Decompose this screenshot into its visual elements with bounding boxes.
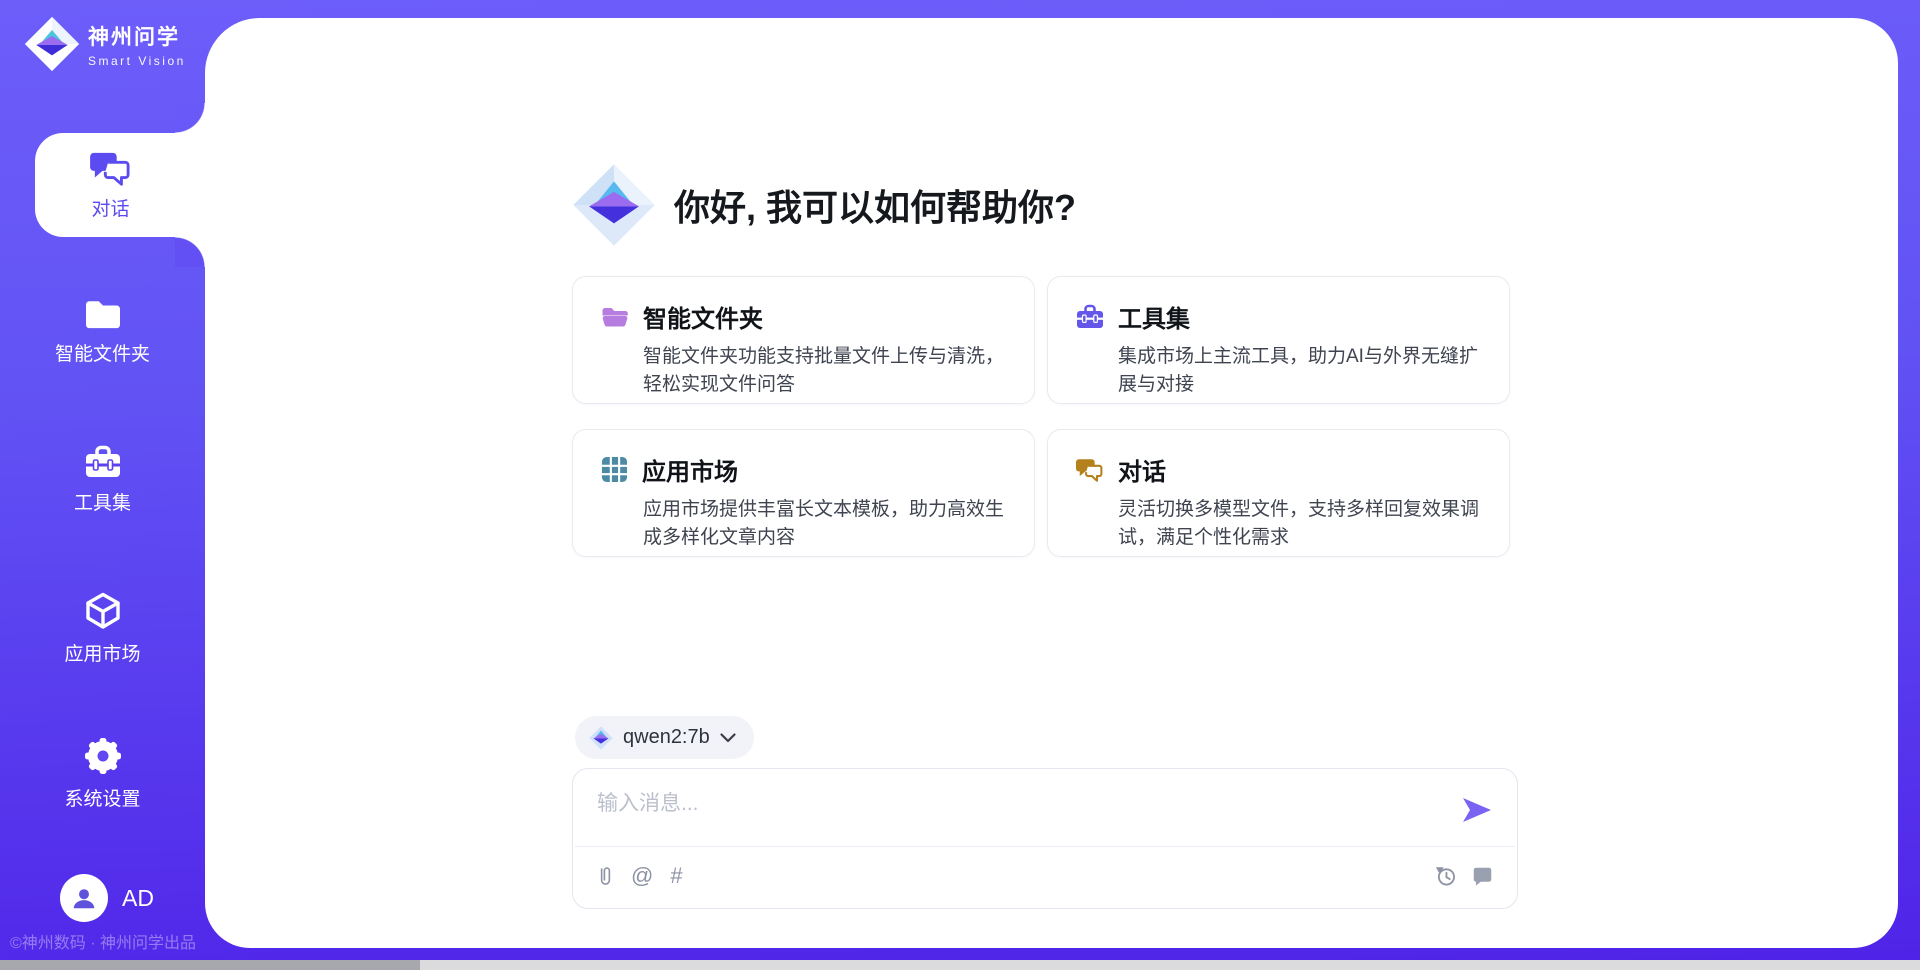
greeting-block: 你好, 我可以如何帮助你? xyxy=(572,163,1076,247)
chat-icon xyxy=(1076,457,1104,483)
sidebar-item-toolset[interactable]: 工具集 xyxy=(0,444,205,515)
brand-name: 神州问学 xyxy=(88,21,186,51)
chat-bubbles-icon xyxy=(90,150,132,188)
hashtag-button[interactable]: # xyxy=(670,863,682,889)
sidebar-item-label: 对话 xyxy=(91,194,129,221)
gear-icon xyxy=(83,736,123,776)
tab-fillet-bottom xyxy=(175,237,205,267)
assistant-diamond-icon xyxy=(572,163,656,247)
card-toolset[interactable]: 工具集 集成市场上主流工具，助力AI与外界无缝扩展与对接 xyxy=(1047,276,1510,404)
cube-icon xyxy=(83,591,123,631)
toolbox-icon xyxy=(1076,304,1104,330)
app-root: { "brand": { "name": "神州问学", "subtitle":… xyxy=(0,0,1920,970)
grid-icon xyxy=(601,456,628,483)
card-smart-folder[interactable]: 智能文件夹 智能文件夹功能支持批量文件上传与清洗，轻松实现文件问答 xyxy=(572,276,1035,404)
brand-diamond-icon xyxy=(24,16,80,72)
chat-bubble-icon xyxy=(1472,865,1493,887)
new-chat-button[interactable] xyxy=(1472,865,1493,887)
sidebar-item-settings[interactable]: 系统设置 xyxy=(0,736,205,811)
send-icon[interactable] xyxy=(1461,795,1493,825)
sidebar-item-label: 系统设置 xyxy=(64,784,140,811)
sidebar-item-label: 工具集 xyxy=(74,488,131,515)
card-chat[interactable]: 对话 灵活切换多模型文件，支持多样回复效果调试，满足个性化需求 xyxy=(1047,429,1510,557)
horizontal-scrollbar xyxy=(0,960,1920,970)
chevron-down-icon xyxy=(720,733,736,743)
avatar xyxy=(60,874,108,922)
attach-button[interactable] xyxy=(597,863,614,889)
card-description: 灵活切换多模型文件，支持多样回复效果调试，满足个性化需求 xyxy=(1118,496,1479,552)
model-diamond-icon xyxy=(589,726,613,750)
model-name: qwen2:7b xyxy=(623,726,710,749)
card-title: 应用市场 xyxy=(642,452,738,487)
copyright-text: ©神州数码 · 神州问学出品 xyxy=(10,929,196,953)
tab-fillet-top xyxy=(175,103,205,133)
message-composer: @ # xyxy=(572,768,1518,909)
history-icon xyxy=(1435,865,1457,887)
user-account[interactable]: AD xyxy=(60,874,154,922)
folder-open-icon xyxy=(601,305,629,329)
card-description: 集成市场上主流工具，助力AI与外界无缝扩展与对接 xyxy=(1118,343,1479,399)
brand-subtitle: Smart Vision xyxy=(88,54,186,68)
sidebar-item-label: 应用市场 xyxy=(64,639,140,666)
paperclip-icon xyxy=(597,863,614,889)
message-input[interactable] xyxy=(597,787,1437,839)
card-title: 工具集 xyxy=(1118,299,1190,334)
briefcase-icon xyxy=(83,444,123,480)
sidebar-item-label: 智能文件夹 xyxy=(55,339,150,366)
model-selector[interactable]: qwen2:7b xyxy=(575,716,754,759)
app-logo: 神州问学 Smart Vision xyxy=(24,16,186,72)
sidebar-item-chat[interactable]: 对话 xyxy=(35,133,210,237)
composer-divider xyxy=(575,846,1515,847)
mention-button[interactable]: @ xyxy=(631,863,653,889)
user-initials: AD xyxy=(122,885,154,912)
card-title: 对话 xyxy=(1118,452,1166,487)
card-app-market[interactable]: 应用市场 应用市场提供丰富长文本模板，助力高效生成多样化文章内容 xyxy=(572,429,1035,557)
card-title: 智能文件夹 xyxy=(643,299,763,334)
person-icon xyxy=(71,885,97,911)
greeting-title: 你好, 我可以如何帮助你? xyxy=(674,179,1076,231)
card-description: 应用市场提供丰富长文本模板，助力高效生成多样化文章内容 xyxy=(643,496,1004,552)
scrollbar-thumb[interactable] xyxy=(0,960,420,970)
card-description: 智能文件夹功能支持批量文件上传与清洗，轻松实现文件问答 xyxy=(643,343,1004,399)
folder-icon xyxy=(83,297,123,331)
sidebar-item-app-market[interactable]: 应用市场 xyxy=(0,591,205,666)
history-button[interactable] xyxy=(1435,865,1457,887)
sidebar-item-smart-folder[interactable]: 智能文件夹 xyxy=(0,297,205,366)
